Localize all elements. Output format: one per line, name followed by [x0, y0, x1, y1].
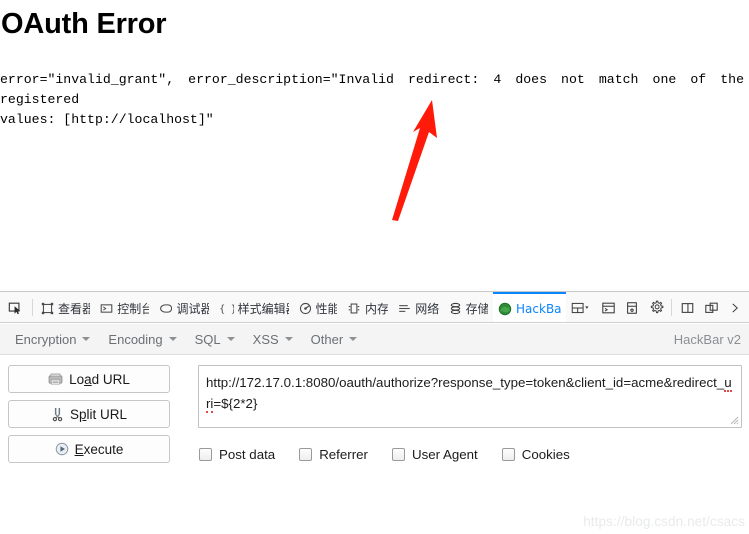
split-url-button[interactable]: Split URL [8, 400, 170, 428]
textarea-resize-grip[interactable] [730, 416, 739, 425]
hackbar-menu-xss[interactable]: XSS [244, 328, 302, 350]
chevron-down-icon [226, 337, 235, 341]
hackbar-menu-bar: Encryption Encoding SQL XSS Other HackBa… [0, 324, 749, 355]
debugger-icon [159, 302, 173, 315]
devtools-tab-label: 查看器 [58, 302, 90, 316]
watermark: https://blog.csdn.net/csacs [583, 514, 745, 529]
web-page-content: OAuth Error error="invalid_grant", error… [0, 0, 749, 291]
hackbar-version-label: HackBar v2 [673, 331, 741, 347]
hackbar-menu-label: Encoding [108, 331, 163, 347]
url-input[interactable]: http://172.17.0.1:8080/oauth/authorize?r… [198, 365, 742, 428]
load-url-button[interactable]: Load URL [8, 365, 170, 393]
devtools-tab-label: 调试器 [176, 302, 208, 316]
devtools-tab-label: 控制台 [117, 302, 149, 316]
dock-to-side-icon[interactable] [675, 296, 699, 320]
checkbox-box[interactable] [299, 448, 313, 461]
checkbox-label: User Agent [411, 447, 478, 462]
devtools-tab-memory[interactable]: 内存 [342, 292, 393, 322]
chevron-right-icon[interactable] [723, 296, 747, 320]
checkbox-label: Referrer [319, 447, 368, 462]
hackbar-url-field-wrapper: http://172.17.0.1:8080/oauth/authorize?r… [198, 365, 742, 428]
devtools-tab-hackbar[interactable]: HackBar [493, 292, 567, 322]
checkbox-post-data[interactable]: Post data [199, 447, 275, 462]
devtools-tab-label: 性能 [315, 302, 337, 316]
chevron-down-icon [284, 337, 293, 341]
hackbar-menu-encoding[interactable]: Encoding [99, 328, 185, 350]
devtools-tab-style-editor[interactable]: { } 样式编辑器 [214, 292, 294, 322]
devtools-tab-label: 存储 [465, 302, 489, 316]
style-editor-icon: { } [219, 302, 234, 315]
url-text-part2: =${2*2} [213, 396, 258, 411]
responsive-design-mode-icon[interactable] [620, 296, 644, 320]
page-title: OAuth Error [1, 8, 167, 40]
hackbar-menu-label: SQL [194, 331, 221, 347]
checkbox-label: Post data [219, 447, 276, 462]
play-icon [55, 442, 69, 456]
separate-window-icon[interactable] [699, 296, 723, 320]
execute-button[interactable]: Execute [8, 435, 170, 463]
element-picker-icon[interactable] [0, 292, 29, 322]
toolbar-divider [32, 298, 33, 316]
load-url-icon [48, 373, 63, 386]
url-text-part1: http://172.17.0.1:8080/oauth/authorize?r… [206, 375, 725, 390]
hackbar-menu-label: XSS [252, 331, 279, 347]
devtools-tab-label: 网络 [415, 302, 439, 316]
checkbox-box[interactable] [199, 448, 212, 461]
checkbox-box[interactable] [501, 448, 515, 461]
hackbar-menu-encryption[interactable]: Encryption [6, 328, 99, 350]
hackbar-menu-label: Encryption [15, 331, 77, 347]
chevron-down-icon [82, 337, 91, 341]
devtools-right-toolbar [566, 292, 749, 322]
scissors-icon [51, 407, 64, 422]
toolbar-divider [671, 299, 673, 316]
gear-icon[interactable] [644, 296, 668, 320]
checkbox-cookies[interactable]: Cookies [501, 447, 570, 462]
devtools-tab-performance[interactable]: 性能 [294, 292, 342, 322]
devtools-panel: 查看器 控制台 调试器 { } [0, 291, 749, 534]
devtools-tab-storage[interactable]: 存储 [444, 292, 493, 322]
split-layout-icon[interactable] [566, 296, 596, 320]
devtools-tab-strip: 查看器 控制台 调试器 { } [0, 292, 749, 323]
checkbox-label: Cookies [521, 447, 570, 462]
storage-icon [449, 302, 462, 315]
hackbar-action-buttons: Load URL Split URL Execute [8, 365, 170, 470]
error-message-line-2: values: [http://localhost]" [0, 112, 214, 127]
devtools-tab-label: 样式编辑器 [237, 302, 289, 316]
execute-label: Execute [74, 441, 124, 457]
error-message-line-1: error="invalid_grant", error_description… [0, 72, 744, 107]
chevron-down-icon [168, 337, 177, 341]
performance-icon [299, 302, 312, 315]
hackbar-body: Load URL Split URL Execute http://172.17… [0, 355, 749, 533]
network-icon [398, 302, 411, 315]
chevron-down-icon [349, 337, 358, 341]
svg-text:{ }: { } [219, 304, 234, 315]
devtools-tab-inspector[interactable]: 查看器 [36, 292, 95, 322]
inspector-icon [41, 302, 54, 315]
split-console-icon[interactable] [596, 296, 620, 320]
load-url-label: Load URL [69, 371, 130, 387]
checkbox-box[interactable] [391, 448, 405, 461]
devtools-tab-label: 内存 [364, 302, 389, 316]
devtools-tab-console[interactable]: 控制台 [95, 292, 154, 322]
console-icon [100, 302, 113, 315]
memory-icon [347, 302, 361, 315]
oauth-error-message: error="invalid_grant", error_description… [0, 70, 744, 130]
hackbar-menu-sql[interactable]: SQL [186, 328, 244, 350]
devtools-tab-label: HackBar [516, 301, 562, 316]
devtools-tab-network[interactable]: 网络 [393, 292, 443, 322]
checkbox-referrer[interactable]: Referrer [299, 447, 368, 462]
hackbar-panel: Encryption Encoding SQL XSS Other HackBa… [0, 324, 749, 534]
devtools-tab-debugger[interactable]: 调试器 [154, 292, 213, 322]
split-url-label: Split URL [69, 406, 128, 422]
checkbox-user-agent[interactable]: User Agent [391, 447, 478, 462]
hackbar-option-checkboxes: Post data Referrer User Agent Cookies [199, 447, 570, 462]
hackbar-menu-label: Other [310, 331, 344, 347]
hackbar-icon [498, 302, 512, 316]
hackbar-menu-other[interactable]: Other [302, 328, 367, 350]
